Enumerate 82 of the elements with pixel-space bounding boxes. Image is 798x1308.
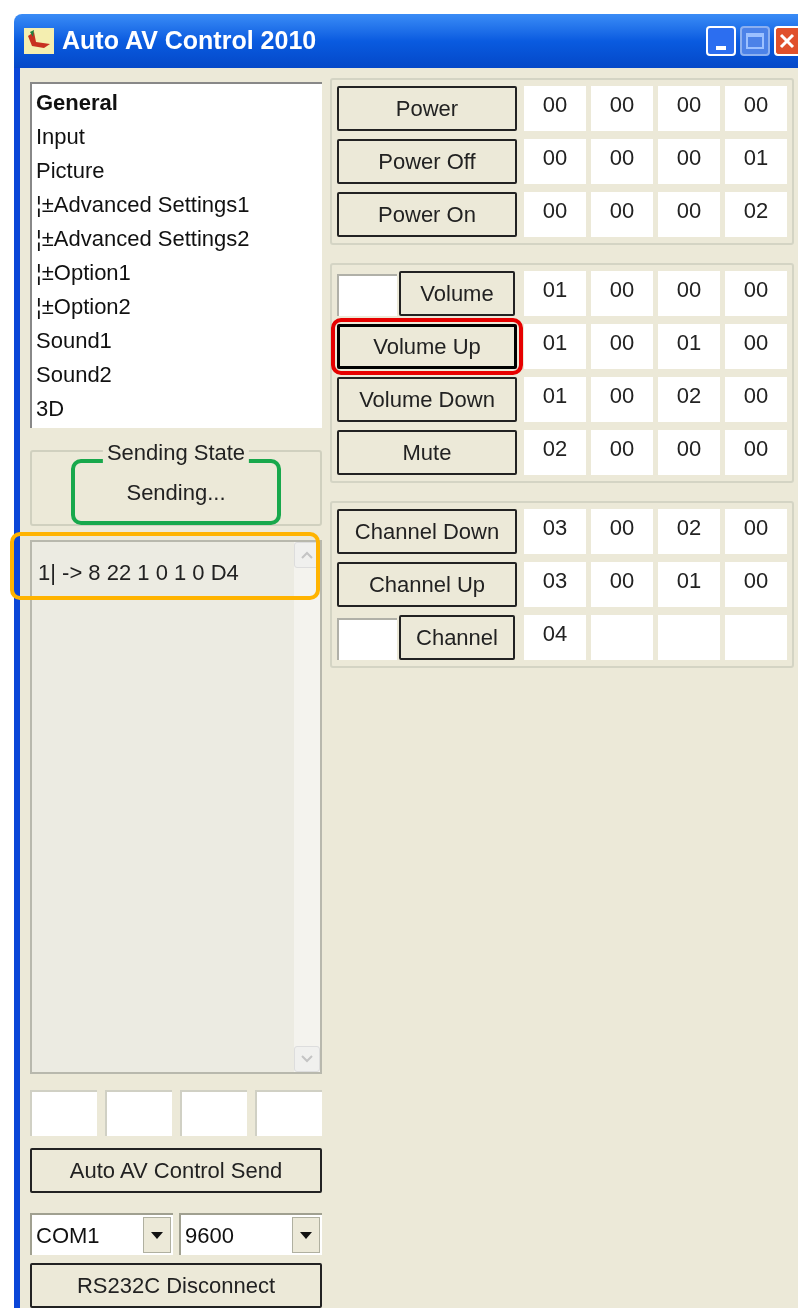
- command-button[interactable]: Channel Up: [337, 562, 517, 607]
- byte-cell: 00: [524, 139, 586, 184]
- byte-cell: 01: [658, 324, 720, 369]
- byte-cell: 02: [725, 192, 787, 237]
- minimize-button[interactable]: [706, 26, 736, 56]
- command-button[interactable]: Mute: [337, 430, 517, 475]
- combo-box[interactable]: 9600: [179, 1213, 322, 1255]
- byte-cell: 02: [524, 430, 586, 475]
- value-input[interactable]: [337, 618, 397, 660]
- send-button[interactable]: Auto AV Control Send: [30, 1148, 322, 1193]
- byte-cell: 00: [725, 377, 787, 422]
- tree-item[interactable]: 3D: [36, 392, 322, 426]
- byte-cell: [725, 615, 787, 660]
- byte-cell: [658, 615, 720, 660]
- command-button[interactable]: Power On: [337, 192, 517, 237]
- byte-cell: 02: [658, 509, 720, 554]
- tree-item[interactable]: Sound2: [36, 358, 322, 392]
- tree-item[interactable]: ¦±Advanced Settings1: [36, 188, 322, 222]
- tree-item[interactable]: ¦±Option1: [36, 256, 322, 290]
- dropdown-icon[interactable]: [292, 1217, 320, 1253]
- byte-cell: [591, 615, 653, 660]
- command-button[interactable]: Power Off: [337, 139, 517, 184]
- command-button[interactable]: Volume Up: [337, 324, 517, 369]
- byte-cell: 00: [591, 509, 653, 554]
- byte-cell: 00: [725, 324, 787, 369]
- byte-cell: 00: [524, 86, 586, 131]
- byte-cell: 00: [658, 271, 720, 316]
- value-input[interactable]: [337, 274, 397, 316]
- byte-cell: 04: [524, 615, 586, 660]
- byte-input[interactable]: [255, 1090, 322, 1136]
- byte-cell: 01: [524, 271, 586, 316]
- byte-input[interactable]: [180, 1090, 247, 1136]
- window-title: Auto AV Control 2010: [62, 25, 317, 57]
- close-icon: [778, 32, 796, 50]
- byte-cell: 00: [658, 139, 720, 184]
- byte-cell: 00: [591, 562, 653, 607]
- byte-cell: 00: [725, 562, 787, 607]
- byte-cell: 00: [591, 430, 653, 475]
- byte-cell: 00: [591, 192, 653, 237]
- byte-cell: 00: [524, 192, 586, 237]
- byte-cell: 02: [658, 377, 720, 422]
- byte-cell: 00: [725, 86, 787, 131]
- combo-box[interactable]: COM1: [30, 1213, 173, 1255]
- byte-input[interactable]: [30, 1090, 97, 1136]
- tree-item[interactable]: Picture: [36, 154, 322, 188]
- byte-cell: 00: [591, 377, 653, 422]
- byte-cell: 00: [725, 271, 787, 316]
- byte-cell: 03: [524, 562, 586, 607]
- close-button[interactable]: [774, 26, 798, 56]
- byte-cell: 00: [591, 86, 653, 131]
- byte-cell: 00: [591, 324, 653, 369]
- byte-input[interactable]: [105, 1090, 172, 1136]
- app-icon: [24, 28, 54, 54]
- byte-cell: 00: [725, 509, 787, 554]
- byte-cell: 00: [725, 430, 787, 475]
- sending-status: Sending...: [126, 478, 226, 507]
- command-button[interactable]: Power: [337, 86, 517, 131]
- byte-cell: 00: [591, 271, 653, 316]
- command-button[interactable]: Channel: [399, 615, 515, 660]
- maximize-button[interactable]: [740, 26, 770, 56]
- disconnect-button[interactable]: RS232C Disconnect: [30, 1263, 322, 1308]
- byte-cell: 01: [725, 139, 787, 184]
- command-button[interactable]: Volume: [399, 271, 515, 316]
- byte-cell: 00: [658, 430, 720, 475]
- byte-cell: 00: [658, 192, 720, 237]
- tree-item[interactable]: Input: [36, 120, 322, 154]
- scroll-down-icon[interactable]: [294, 1046, 320, 1072]
- log-line: 1| -> 8 22 1 0 1 0 D4: [38, 559, 240, 587]
- tree-item[interactable]: ¦±Advanced Settings2: [36, 222, 322, 256]
- dropdown-icon[interactable]: [143, 1217, 171, 1253]
- byte-cell: 03: [524, 509, 586, 554]
- command-button[interactable]: Channel Down: [337, 509, 517, 554]
- command-button[interactable]: Volume Down: [337, 377, 517, 422]
- scrollbar[interactable]: [294, 542, 320, 1072]
- tree-item[interactable]: General: [36, 86, 322, 120]
- byte-cell: 01: [524, 324, 586, 369]
- byte-cell: 00: [591, 139, 653, 184]
- byte-cell: 01: [524, 377, 586, 422]
- byte-cell: 01: [658, 562, 720, 607]
- byte-cell: 00: [658, 86, 720, 131]
- tree-item[interactable]: ¦±Option2: [36, 290, 322, 324]
- tree-item[interactable]: Sound1: [36, 324, 322, 358]
